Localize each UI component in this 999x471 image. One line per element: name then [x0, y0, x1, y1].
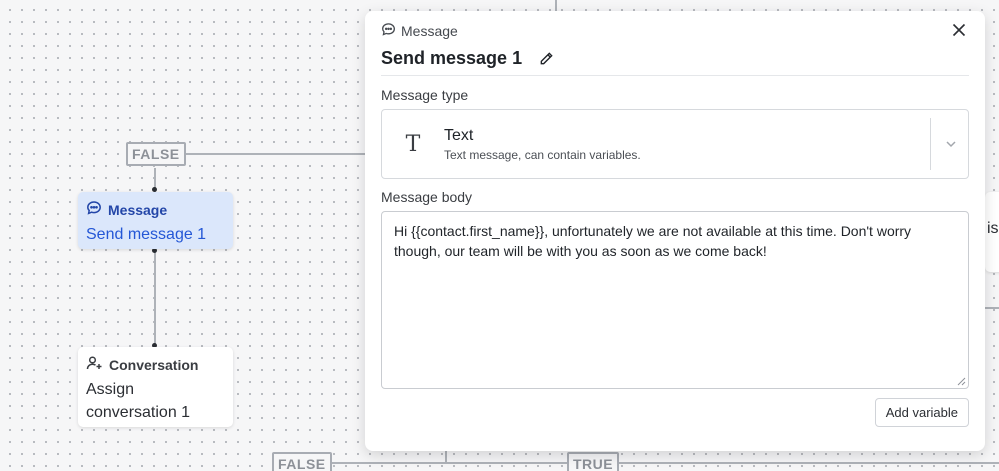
resize-handle-icon[interactable] — [957, 377, 966, 386]
conversation-node[interactable]: Conversation Assign conversation 1 — [78, 347, 233, 427]
user-plus-icon — [86, 355, 103, 374]
message-node[interactable]: Message Send message 1 — [78, 192, 233, 249]
message-settings-panel: Message Send message 1 Message type T Te… — [365, 11, 985, 451]
node-kind-label: Conversation — [109, 356, 199, 373]
connector-line — [985, 307, 999, 309]
message-type-select[interactable]: T Text Text message, can contain variabl… — [381, 109, 969, 179]
node-kind: Conversation — [86, 355, 225, 374]
node-title-line: conversation 1 — [86, 404, 191, 421]
node-kind-label: Message — [108, 201, 168, 218]
node-title: Send message 1 — [86, 226, 207, 243]
panel-header: Message Send message 1 — [365, 11, 985, 69]
add-variable-button[interactable]: Add variable — [874, 398, 969, 427]
connector-line — [328, 462, 568, 464]
false-branch-tag: FALSE — [126, 142, 186, 166]
select-separator — [930, 118, 931, 170]
connector-line — [154, 250, 156, 346]
edit-title-button[interactable] — [536, 49, 556, 69]
panel-title-row: Send message 1 — [381, 48, 969, 69]
message-type-title: Text — [444, 126, 474, 144]
chat-bubble-icon — [381, 22, 396, 40]
message-body-label: Message body — [381, 189, 473, 205]
message-type-label: Message type — [381, 87, 469, 103]
true-branch-tag: TRUE — [567, 452, 620, 471]
close-panel-button[interactable] — [949, 20, 969, 40]
message-type-option: Text Text message, can contain variables… — [444, 127, 641, 162]
message-body-input[interactable]: Hi {{contact.first_name}}, unfortunately… — [381, 211, 969, 389]
offscreen-node-text: is — [987, 220, 999, 237]
text-t-icon: T — [405, 131, 421, 157]
chat-bubble-icon — [86, 200, 102, 219]
close-icon — [952, 23, 966, 37]
node-title-line: Assign — [86, 381, 135, 398]
connector-line — [616, 462, 999, 464]
panel-kind-label: Message — [401, 23, 458, 39]
connector-line — [555, 0, 557, 11]
connector-line — [183, 153, 365, 155]
panel-kind: Message — [381, 22, 969, 40]
header-divider — [381, 75, 969, 76]
node-kind: Message — [86, 200, 225, 219]
offscreen-node[interactable]: is — [985, 192, 999, 272]
false-branch-tag: FALSE — [272, 452, 332, 471]
message-type-description: Text message, can contain variables. — [444, 147, 641, 162]
pencil-icon — [540, 52, 553, 65]
chevron-down-icon[interactable] — [944, 137, 958, 151]
node-title: Assign conversation 1 — [86, 378, 225, 424]
panel-title: Send message 1 — [381, 48, 523, 68]
